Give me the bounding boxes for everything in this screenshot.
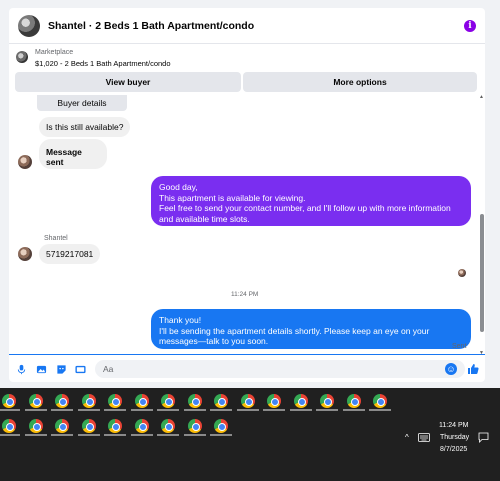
message-input[interactable]: Aa <box>95 360 465 378</box>
chrome-icon <box>161 419 175 433</box>
scroll-up-arrow-icon[interactable]: ▲ <box>479 94 484 100</box>
chrome-icon <box>267 394 281 408</box>
chrome-icon <box>240 394 255 408</box>
buyer-avatar[interactable] <box>18 247 32 261</box>
microphone-icon[interactable] <box>16 364 27 375</box>
availability-message: Is this still available? <box>39 117 131 137</box>
chrome-icon <box>2 419 16 433</box>
view-buyer-button[interactable]: View buyer <box>15 72 241 92</box>
taskbar-browser-window[interactable] <box>263 393 285 411</box>
chat-header: Shantel · 2 Beds 1 Bath Apartment/condo … <box>9 8 485 44</box>
notification-icon[interactable] <box>478 432 489 443</box>
chrome-icon <box>134 419 149 433</box>
chrome-icon <box>187 419 202 433</box>
chrome-icon <box>161 394 175 408</box>
keyboard-icon[interactable] <box>418 433 430 442</box>
seller-reply-line: This apartment is available for viewing. <box>159 192 306 203</box>
seller-reply-line: Good day, <box>159 182 198 192</box>
message-status: Sent <box>452 343 467 350</box>
emoji-icon[interactable]: ☺ <box>445 363 457 375</box>
chrome-icon <box>81 394 96 408</box>
seen-indicator-avatar <box>458 269 466 277</box>
taskbar-browser-window[interactable] <box>24 418 47 436</box>
clock-time[interactable]: 11:24 PM <box>439 422 468 429</box>
chrome-icon <box>28 394 43 408</box>
chrome-icon <box>2 394 16 408</box>
taskbar: ^ 11:24 PM Thursday 8/7/2025 <box>0 388 500 481</box>
show-hidden-icons-icon[interactable]: ^ <box>405 433 409 442</box>
taskbar-browser-window[interactable] <box>210 393 232 411</box>
thread-scrollbar[interactable]: ▲ ▼ <box>479 94 485 356</box>
message-thread: Buyer details Is this still available? M… <box>9 95 479 349</box>
taskbar-browser-window[interactable] <box>0 393 20 411</box>
final-reply-line: Thank you! <box>159 315 202 325</box>
listing-title: $1,020 - 2 Beds 1 Bath Apartment/condo <box>35 59 171 68</box>
scrollbar-thumb[interactable] <box>480 214 484 332</box>
chat-title[interactable]: Shantel · 2 Beds 1 Bath Apartment/condo <box>48 20 254 32</box>
more-options-button[interactable]: More options <box>243 72 477 92</box>
chat-window: Shantel · 2 Beds 1 Bath Apartment/condo … <box>0 0 500 388</box>
taskbar-browser-window[interactable] <box>236 393 259 411</box>
clock-day[interactable]: Thursday <box>440 434 469 441</box>
taskbar-browser-window[interactable] <box>130 418 153 436</box>
taskbar-browser-window[interactable] <box>104 418 126 436</box>
like-icon[interactable] <box>467 363 479 375</box>
chrome-icon <box>187 394 202 408</box>
chrome-icon <box>214 419 228 433</box>
taskbar-browser-window[interactable] <box>183 393 206 411</box>
seller-reply-line: Feel free to send your contact number, a… <box>159 203 451 224</box>
taskbar-browser-window[interactable] <box>104 393 126 411</box>
photo-icon[interactable] <box>36 364 47 375</box>
taskbar-browser-window[interactable] <box>130 393 153 411</box>
message-composer: Aa ☺ <box>9 354 485 382</box>
seller-reply-bubble: Good day, This apartment is available fo… <box>151 176 471 226</box>
taskbar-browser-window[interactable] <box>342 393 365 411</box>
taskbar-browser-window[interactable] <box>51 393 73 411</box>
taskbar-browser-window[interactable] <box>210 418 232 436</box>
marketplace-listing[interactable]: Marketplace $1,020 - 2 Beds 1 Bath Apart… <box>9 45 485 69</box>
chrome-icon <box>55 394 69 408</box>
chrome-icon <box>214 394 228 408</box>
message-sent-notice: Message sent <box>39 139 107 169</box>
chat-panel: Shantel · 2 Beds 1 Bath Apartment/condo … <box>9 8 485 382</box>
listing-avatar[interactable] <box>18 14 40 37</box>
chrome-icon <box>134 394 149 408</box>
marketplace-label: Marketplace <box>35 49 74 56</box>
message-timestamp: 11:24 PM <box>231 291 259 298</box>
final-reply-line: I'll be sending the apartment details sh… <box>159 325 430 347</box>
chrome-icon <box>55 419 69 433</box>
chrome-icon <box>108 394 122 408</box>
taskbar-browser-window[interactable] <box>316 393 338 411</box>
taskbar-browser-window[interactable] <box>157 418 179 436</box>
taskbar-browser-window[interactable] <box>289 393 312 411</box>
final-reply-bubble: Thank you! I'll be sending the apartment… <box>151 309 471 349</box>
taskbar-browser-window[interactable] <box>77 418 100 436</box>
taskbar-browser-window[interactable] <box>183 418 206 436</box>
taskbar-browser-window[interactable] <box>77 393 100 411</box>
taskbar-browser-window[interactable] <box>51 418 73 436</box>
action-bar: View buyer More options <box>15 72 479 92</box>
taskbar-browser-window[interactable] <box>369 393 391 411</box>
chrome-icon <box>373 394 387 408</box>
scroll-down-arrow-icon[interactable]: ▼ <box>479 350 484 356</box>
chrome-icon <box>293 394 308 408</box>
buyer-avatar[interactable] <box>18 155 32 169</box>
info-icon[interactable]: i <box>464 20 476 32</box>
taskbar-browser-window[interactable] <box>0 418 20 436</box>
taskbar-browser-window[interactable] <box>157 393 179 411</box>
taskbar-browser-window[interactable] <box>24 393 47 411</box>
buyer-details-button[interactable]: Buyer details <box>37 95 127 111</box>
sticker-icon[interactable] <box>56 364 67 375</box>
chrome-icon <box>81 419 96 433</box>
chrome-icon <box>28 419 43 433</box>
chrome-icon <box>320 394 334 408</box>
gif-icon[interactable] <box>75 364 86 375</box>
chrome-icon <box>108 419 122 433</box>
sender-name: Shantel <box>44 235 68 242</box>
listing-thumbnail <box>16 51 28 63</box>
phone-number-message: 5719217081 <box>39 244 101 264</box>
clock-date[interactable]: 8/7/2025 <box>440 446 467 453</box>
chrome-icon <box>346 394 361 408</box>
